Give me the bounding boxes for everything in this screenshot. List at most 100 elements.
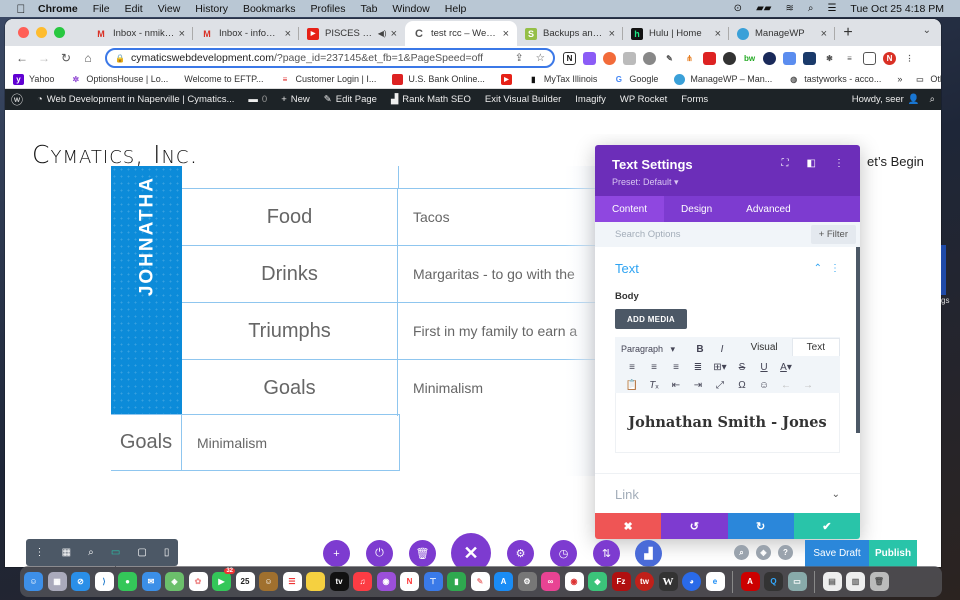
text-color-icon[interactable]: A▾ — [775, 362, 797, 373]
add-media-button[interactable]: ADD MEDIA — [615, 309, 687, 329]
control-center-icon[interactable]: ☰ — [827, 3, 836, 14]
outdent-icon[interactable]: ⇤ — [665, 380, 687, 391]
phone-view-icon[interactable]: ▯ — [164, 547, 170, 558]
finder-icon[interactable]: ☺ — [24, 572, 43, 591]
bookmark-customer-login[interactable]: ≡ Customer Login | I... — [279, 74, 377, 85]
camera-extension-icon[interactable] — [623, 51, 636, 65]
clock[interactable]: Tue Oct 25 4:18 PM — [850, 3, 944, 15]
close-tab-icon[interactable]: × — [179, 28, 185, 40]
menu-profiles[interactable]: Profiles — [310, 3, 345, 15]
trash-icon[interactable]: 🗑 — [869, 572, 889, 591]
facetime-icon[interactable]: ▶ 32 — [212, 568, 235, 591]
home-button[interactable]: ⌂ — [77, 51, 99, 65]
kebab-menu-icon[interactable]: ⋮ — [903, 51, 916, 65]
more-options-icon[interactable]: ⋮ — [35, 547, 45, 558]
menu-window[interactable]: Window — [392, 3, 429, 15]
strikethrough-icon[interactable]: S — [731, 362, 753, 373]
wp-site-link[interactable]: ◔ Web Development in Naperville | Cymatic… — [37, 94, 234, 105]
pages-icon[interactable]: ✎ — [470, 572, 490, 591]
body-editor[interactable]: Johnathan Smith - Jones — [615, 393, 840, 453]
wp-rank-math[interactable]: ▟ Rank Math SEO — [391, 94, 471, 105]
wp-rocket[interactable]: WP Rocket — [620, 94, 667, 105]
close-builder-button[interactable]: ✕ — [451, 533, 491, 567]
menu-help[interactable]: Help — [445, 3, 467, 15]
lock-icon[interactable]: 🔒 — [115, 54, 125, 63]
bookmark-managewp[interactable]: ManageWP – Man... — [674, 73, 772, 85]
browser-tab[interactable]: h Hulu | Home × — [623, 21, 729, 46]
bw-extension-icon[interactable]: bw — [743, 51, 756, 65]
close-tab-icon[interactable]: × — [821, 28, 827, 40]
wikipedia-icon[interactable]: W — [658, 572, 678, 591]
quicktime-icon[interactable]: Q — [764, 572, 783, 591]
sitemap-extension-icon[interactable]: ⋔ — [683, 51, 696, 65]
apple-tv-icon[interactable]: tv — [329, 572, 349, 591]
close-tab-icon[interactable]: × — [503, 28, 509, 40]
extension-icon[interactable] — [703, 51, 716, 65]
table-icon[interactable]: ⊞▾ — [709, 362, 731, 373]
section-options-icon[interactable]: ⋮ — [830, 263, 840, 274]
table-row[interactable]: Goals Minimalism — [182, 359, 602, 416]
menu-history[interactable]: History — [195, 3, 228, 15]
paste-icon[interactable]: 📋 — [621, 380, 643, 391]
search-options-input[interactable]: Search Options + Filter — [595, 222, 860, 247]
side-panel-icon[interactable] — [863, 51, 876, 65]
extension-icon[interactable] — [583, 51, 596, 65]
launchpad-icon[interactable]: ▦ — [47, 572, 67, 591]
firefox-icon[interactable]: ◕ — [682, 572, 701, 591]
menu-file[interactable]: File — [93, 3, 110, 15]
bookmark-youtube[interactable]: ▶ — [500, 73, 512, 85]
undo-arrow-icon[interactable]: ← — [775, 380, 797, 391]
menu-view[interactable]: View — [158, 3, 181, 15]
document-stack-icon[interactable]: ▤ — [822, 572, 842, 591]
profile-avatar[interactable]: N — [883, 51, 896, 65]
wp-exit-visual-builder[interactable]: Exit Visual Builder — [485, 94, 561, 105]
tweetdeck-icon[interactable]: tw — [635, 572, 654, 591]
tab-design[interactable]: Design — [664, 196, 729, 222]
vscode-icon[interactable]: ⟩ — [94, 572, 114, 591]
extension-icon[interactable] — [803, 51, 816, 65]
zoom-view-icon[interactable]: ⌕ — [88, 547, 94, 558]
bookmark-google[interactable]: G Google — [613, 74, 659, 85]
publish-button[interactable]: Publish — [869, 540, 917, 567]
preset-dropdown[interactable]: Preset: Default ▾ — [612, 177, 843, 188]
reminders-icon[interactable]: ☰ — [282, 572, 302, 591]
podcasts-icon[interactable]: ◉ — [376, 572, 396, 591]
wp-search-icon[interactable]: ⌕ — [930, 94, 935, 105]
bookmark-optionshouse[interactable]: ✲ OptionsHouse | Lo... — [70, 74, 169, 85]
browser-tab[interactable]: M Inbox - info@cyma × — [193, 21, 299, 46]
mail-icon[interactable]: ✉ — [141, 572, 161, 591]
filezilla-icon[interactable]: Fz — [611, 572, 631, 591]
other-bookmarks-folder[interactable]: ▭ Other Bookmarks — [914, 74, 941, 85]
cancel-button[interactable]: ✖ — [595, 513, 662, 539]
extension-icon[interactable] — [763, 51, 776, 65]
document-stack-icon[interactable]: ▥ — [846, 572, 865, 591]
align-left-icon[interactable]: ≡ — [621, 362, 643, 373]
zoom-window-button[interactable] — [54, 27, 65, 38]
special-char-icon[interactable]: Ω — [731, 380, 753, 391]
close-window-button[interactable] — [18, 27, 29, 38]
minimize-window-button[interactable] — [36, 27, 47, 38]
browser-tab[interactable]: ▶ PISCES | Listen ◀) × — [299, 21, 405, 46]
reload-button[interactable]: ↻ — [55, 51, 77, 65]
tablet-view-icon[interactable]: ▢ — [137, 547, 146, 558]
close-tab-icon[interactable]: × — [609, 28, 615, 40]
fullscreen-icon[interactable]: ⤢ — [709, 380, 731, 391]
preview-icon[interactable]: ▭ — [787, 572, 807, 591]
undo-button[interactable]: ↺ — [661, 513, 728, 539]
close-tab-icon[interactable]: × — [391, 28, 397, 40]
address-bar[interactable]: 🔒 cymaticswebdevelopment.com/?page_id=23… — [105, 48, 555, 68]
notion-extension-icon[interactable]: N — [563, 51, 576, 65]
site-logo[interactable]: Cymatics, Inc. — [32, 140, 198, 169]
chevron-up-icon[interactable]: ⌃ — [814, 263, 822, 274]
redo-button[interactable]: ↻ — [727, 513, 794, 539]
share-icon[interactable]: ⇪ — [515, 52, 524, 64]
messages-icon[interactable]: ● — [118, 572, 137, 591]
tab-search-chevron-icon[interactable]: ⌄ — [923, 25, 931, 36]
wp-imagify[interactable]: Imagify — [575, 94, 606, 105]
wordpress-logo-icon[interactable]: ⓦ — [11, 91, 23, 108]
tab-advanced[interactable]: Advanced — [729, 196, 807, 222]
search-button[interactable]: ⌕ — [734, 545, 749, 560]
new-tab-button[interactable]: + — [835, 24, 861, 42]
table-row[interactable]: Drinks Margaritas - to go with the — [182, 245, 602, 302]
format-select[interactable]: Paragraph ▾ — [621, 344, 689, 355]
